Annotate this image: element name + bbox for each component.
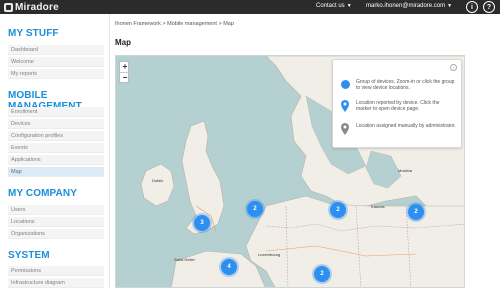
sidebar-item-welcome[interactable]: Welcome — [8, 57, 104, 67]
contact-us-menu[interactable]: Contact us ▼ — [316, 3, 352, 9]
chevron-down-icon: ▼ — [447, 3, 453, 9]
legend-row-group: Group of devices. Zoom-in or click the g… — [339, 79, 456, 91]
map-label-saint-helier: Saint-Helier — [174, 257, 195, 262]
device-cluster-marker[interactable]: 4 — [221, 259, 237, 275]
device-cluster-marker[interactable]: 2 — [330, 202, 346, 218]
sidebar-item-applications[interactable]: Applications — [8, 155, 104, 165]
info-button[interactable]: i — [466, 1, 478, 13]
blue-location-pin-icon — [341, 100, 349, 112]
map-label-kaunas: Kaunas — [371, 204, 385, 209]
user-email: marko.ihonen@miradore.com — [366, 3, 446, 9]
section-title-system: SYSTEM — [8, 250, 50, 261]
map-label-luxembourg: Luxembourg — [258, 252, 281, 257]
device-cluster-marker[interactable]: 3 — [194, 215, 210, 231]
legend-manual-text: Location assigned manually by administra… — [356, 123, 456, 129]
sidebar-item-locations[interactable]: Locations — [8, 217, 104, 227]
sidebar-item-dashboard[interactable]: Dashboard — [8, 45, 104, 55]
map-label-moscow: Mockba — [398, 168, 413, 173]
help-button[interactable]: ? — [483, 1, 495, 13]
section-title-my-company: MY COMPANY — [8, 188, 77, 199]
sidebar-item-events[interactable]: Events — [8, 143, 104, 153]
sidebar-item-permissions[interactable]: Permissions — [8, 266, 104, 276]
app-logo[interactable]: Miradore — [4, 1, 59, 13]
top-bar: Miradore Contact us ▼ marko.ihonen@mirad… — [0, 0, 500, 14]
device-cluster-marker[interactable]: 2 — [408, 204, 424, 220]
sidebar-item-map[interactable]: Map — [8, 167, 104, 177]
chevron-down-icon: ▼ — [346, 3, 352, 9]
section-title-my-stuff: MY STUFF — [8, 28, 59, 39]
device-group-icon — [340, 80, 350, 89]
device-cluster-marker[interactable]: 2 — [247, 201, 263, 217]
sidebar-item-infrastructure-diagram[interactable]: Infrastructure diagram — [8, 278, 104, 288]
sidebar-item-users[interactable]: Users — [8, 205, 104, 215]
zoom-control: + − — [119, 61, 130, 83]
legend-row-manual: Location assigned manually by administra… — [339, 123, 456, 135]
page-title: Map — [115, 38, 131, 47]
device-cluster-marker[interactable]: 2 — [314, 266, 330, 282]
legend-group-text: Group of devices. Zoom-in or click the g… — [356, 79, 455, 91]
zoom-in-button[interactable]: + — [120, 62, 130, 72]
gray-location-pin-icon — [341, 123, 349, 135]
sidebar-item-organizations[interactable]: Organizations — [8, 229, 104, 239]
zoom-out-button[interactable]: − — [120, 72, 130, 82]
sidebar: MY STUFF Dashboard Welcome My reports MO… — [0, 14, 110, 288]
map-label-dublin: Dublin — [152, 178, 164, 183]
contact-us-label: Contact us — [316, 3, 345, 9]
user-menu[interactable]: marko.ihonen@miradore.com ▼ — [366, 3, 452, 9]
map-legend: i Group of devices. Zoom-in or click the… — [332, 59, 462, 148]
sidebar-item-my-reports[interactable]: My reports — [8, 69, 104, 79]
sidebar-item-devices[interactable]: Devices — [8, 119, 104, 129]
miradore-logo-icon — [4, 2, 13, 12]
sidebar-item-configuration-profiles[interactable]: Configuration profiles — [8, 131, 104, 141]
breadcrumb: Ihonen Framework > Mobile management > M… — [115, 21, 234, 27]
legend-reported-text: Location reported by device. Click the m… — [356, 100, 440, 112]
sidebar-item-enrollment[interactable]: Enrollment — [8, 107, 104, 117]
info-icon[interactable]: i — [450, 64, 457, 71]
legend-row-reported: Location reported by device. Click the m… — [339, 100, 456, 112]
app-name: Miradore — [15, 1, 59, 13]
